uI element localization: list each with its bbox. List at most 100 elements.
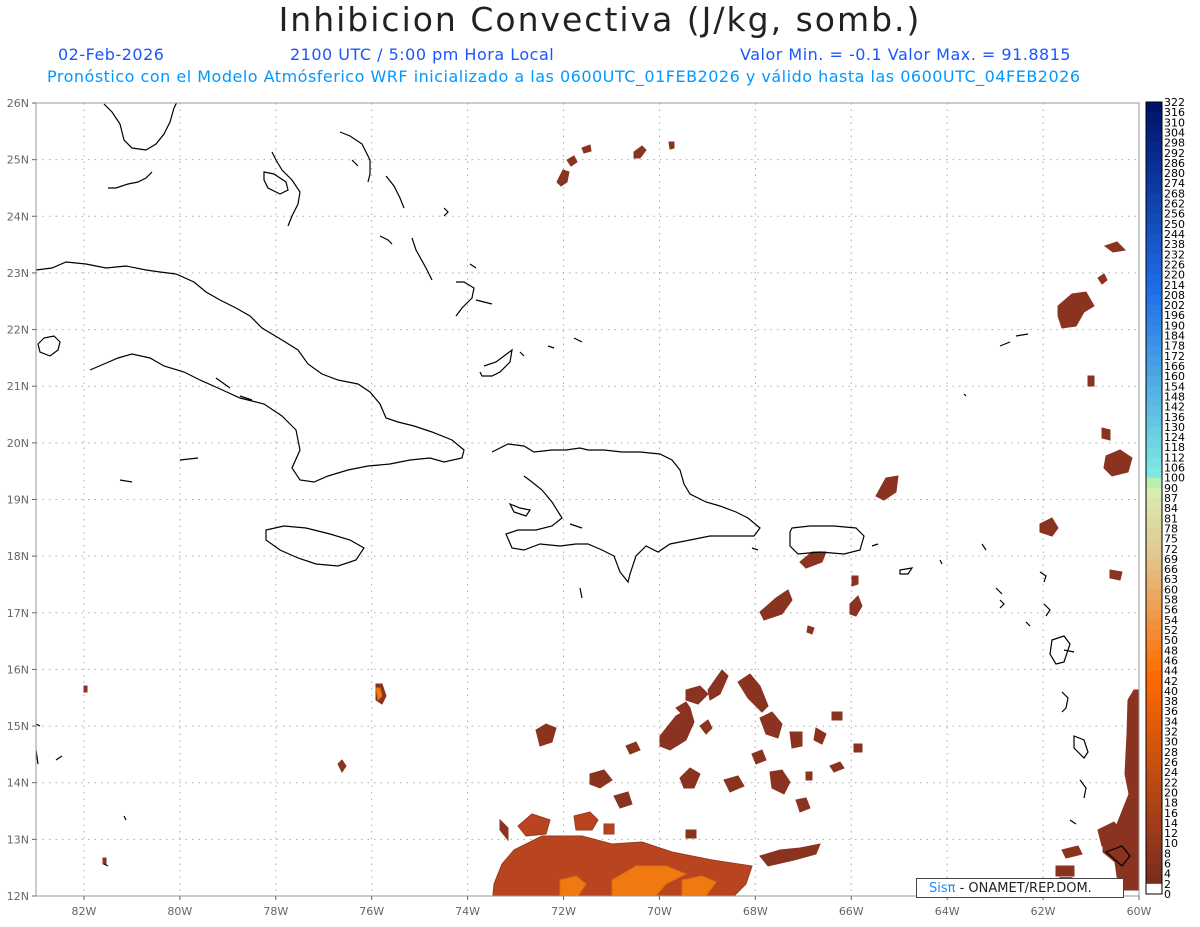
lat-label: 16N — [7, 663, 29, 676]
colorbar-swatch — [1146, 284, 1162, 296]
colorbar-swatch — [1146, 569, 1162, 580]
colorbar-swatch — [1146, 812, 1162, 824]
colorbar-swatch — [1146, 467, 1162, 478]
colorbar-swatch — [1146, 335, 1162, 346]
lat-label: 25N — [7, 154, 29, 167]
colorbar-swatch — [1146, 122, 1162, 133]
colorbar-swatch — [1146, 102, 1162, 113]
colorbar-swatch — [1146, 579, 1162, 590]
colorbar-swatch — [1146, 873, 1162, 885]
lon-label: 74W — [455, 905, 480, 918]
colorbar-swatch — [1146, 609, 1162, 621]
colorbar-swatch — [1146, 782, 1162, 793]
colorbar-swatch — [1146, 264, 1162, 275]
colorbar-swatch — [1146, 366, 1162, 377]
coast-florida-keys — [108, 171, 153, 189]
colorbar-swatch — [1146, 711, 1162, 722]
coast-jamaica — [265, 525, 365, 567]
colorbar-swatch — [1146, 833, 1162, 844]
colorbar-swatch — [1146, 305, 1162, 316]
colorbar-swatch — [1146, 792, 1162, 803]
coastlines — [36, 103, 1131, 889]
colorbar-swatch — [1146, 437, 1162, 448]
colorbar-swatch — [1146, 193, 1162, 204]
lat-label: 18N — [7, 550, 29, 563]
colorbar-swatch — [1146, 294, 1162, 306]
colorbar-swatch — [1146, 112, 1162, 123]
lat-label: 15N — [7, 720, 29, 733]
colorbar-swatch — [1146, 518, 1162, 529]
colorbar-swatch — [1146, 690, 1162, 702]
colorbar-swatch — [1146, 589, 1162, 600]
colorbar-swatch — [1146, 142, 1162, 154]
lat-label: 26N — [7, 97, 29, 110]
lon-label: 80W — [167, 905, 192, 918]
lon-label: 70W — [647, 905, 672, 918]
lon-label: 60W — [1127, 905, 1152, 918]
colorbar-swatch — [1146, 315, 1162, 326]
lat-label: 14N — [7, 777, 29, 790]
colorbar-swatch — [1146, 528, 1162, 539]
coast-cuba — [36, 261, 465, 483]
colorbar-swatch — [1146, 234, 1162, 245]
colorbar-swatch — [1146, 548, 1162, 560]
colorbar-swatch — [1146, 325, 1162, 336]
colorbar-swatch — [1146, 558, 1162, 570]
colorbar-swatch — [1146, 386, 1162, 397]
colorbar-swatch — [1146, 132, 1162, 143]
colorbar-swatch — [1146, 721, 1162, 732]
colorbar-swatch — [1146, 426, 1162, 438]
colorbar-swatch — [1146, 457, 1162, 468]
cin-shading — [83, 141, 1139, 891]
map-canvas: 26N 25N 24N 23N 22N 21N 20N 19N 18N 17N 16N 15N 14N 1… — [7, 96, 1185, 918]
sispi-brand: Sisπ — [929, 881, 956, 896]
coast-florida — [103, 103, 178, 151]
lon-label: 66W — [839, 905, 864, 918]
colorbar-swatch — [1146, 213, 1162, 225]
colorbar-swatch — [1146, 853, 1162, 864]
colorbar-swatch — [1146, 487, 1162, 499]
lon-label: 64W — [935, 905, 960, 918]
colorbar-swatch — [1146, 619, 1162, 631]
colorbar-swatch — [1146, 731, 1162, 742]
colorbar-swatch — [1146, 680, 1162, 692]
coast-isla-juventud — [37, 335, 61, 357]
coast-puerto-rico — [789, 525, 865, 555]
colorbar-swatch — [1146, 822, 1162, 834]
colorbar-swatch — [1146, 152, 1162, 164]
lon-label: 68W — [743, 905, 768, 918]
plot-frame — [35, 102, 1140, 897]
lat-lon-grid — [36, 103, 1139, 896]
colorbar-swatch — [1146, 599, 1162, 610]
colorbar-swatch — [1146, 396, 1162, 407]
colorbar-swatch — [1146, 701, 1162, 712]
colorbar-swatch — [1146, 345, 1162, 357]
colorbar-swatch — [1146, 751, 1162, 763]
colorbar-swatch — [1146, 660, 1162, 671]
credit-box: Sisπ - ONAMET/REP.DOM. — [916, 878, 1124, 898]
lat-label: 12N — [7, 890, 29, 903]
lon-label: 82W — [72, 905, 97, 918]
colorbar: 3223163103042982922862802742682622562502… — [1145, 96, 1185, 901]
colorbar-swatch — [1146, 416, 1162, 428]
colorbar-swatch — [1146, 447, 1162, 458]
colorbar-swatch — [1146, 650, 1162, 661]
cin-shaded-field — [83, 141, 1139, 896]
lon-label: 78W — [263, 905, 288, 918]
coast-hispaniola — [491, 443, 761, 584]
colorbar-swatch — [1146, 498, 1162, 509]
colorbar-swatch — [1146, 640, 1162, 651]
colorbar-swatch — [1146, 843, 1162, 854]
colorbar-swatch — [1146, 863, 1162, 874]
colorbar-swatch — [1146, 203, 1162, 214]
lon-label: 76W — [359, 905, 384, 918]
credit-text: - ONAMET/REP.DOM. — [959, 881, 1092, 896]
coast-bahamas — [263, 131, 525, 377]
colorbar-swatch — [1146, 355, 1162, 367]
colorbar-swatch — [1146, 762, 1162, 773]
colorbar-swatch — [1146, 406, 1162, 418]
colorbar-swatch — [1146, 670, 1162, 682]
lat-label: 13N — [7, 833, 29, 846]
colorbar-swatch — [1146, 254, 1162, 265]
colorbar-label: 0 — [1164, 888, 1171, 901]
